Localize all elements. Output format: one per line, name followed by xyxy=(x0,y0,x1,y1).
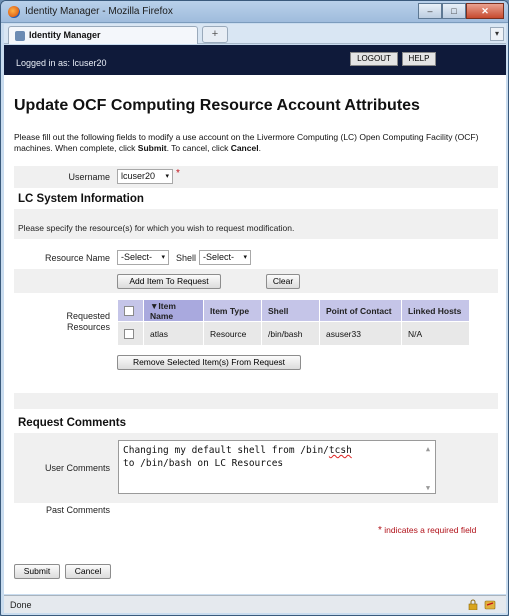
chevron-down-icon: ▾ xyxy=(243,254,247,261)
tab-identity-manager[interactable]: Identity Manager xyxy=(8,26,198,44)
window-controls: – □ ✕ xyxy=(418,3,504,19)
requested-resources-table: ▼Item Name Item Type Shell Point of Cont… xyxy=(117,299,470,346)
user-comments-textarea[interactable]: Changing my default shell from /bin/tcsh… xyxy=(118,440,436,494)
shell-select[interactable]: -Select- ▾ xyxy=(199,250,251,265)
add-item-row xyxy=(14,269,498,293)
select-all-header xyxy=(117,299,144,322)
lc-system-heading: LC System Information xyxy=(18,193,144,205)
table-cell: atlas xyxy=(143,321,204,346)
new-tab-button[interactable]: + xyxy=(202,26,228,43)
table-row: atlas Resource /bin/bash asuser33 N/A xyxy=(117,321,470,346)
requested-label-line: Requested xyxy=(66,311,110,321)
requested-label-line: Resources xyxy=(66,322,110,332)
close-window-button[interactable]: ✕ xyxy=(466,3,504,19)
site-favicon-icon xyxy=(15,31,25,41)
row-checkbox[interactable] xyxy=(124,328,134,339)
logout-button[interactable]: LOGOUT xyxy=(350,52,398,66)
column-header[interactable]: Shell xyxy=(261,299,320,322)
intro-text-part: . xyxy=(258,143,261,153)
table-cell: /bin/bash xyxy=(261,321,320,346)
comment-text: to /bin/bash on LC Resources xyxy=(123,458,284,469)
chevron-down-icon: ▾ xyxy=(161,254,165,261)
username-value: lcuser20 xyxy=(121,171,156,181)
addon-icon[interactable] xyxy=(484,599,496,610)
page-title: Update OCF Computing Resource Account At… xyxy=(14,97,420,114)
page-viewport: Logged in as: lcuser20 LOGOUT HELP Updat… xyxy=(4,45,506,594)
browser-window: Identity Manager - Mozilla Firefox – □ ✕… xyxy=(0,0,509,616)
username-select[interactable]: lcuser20 ▾ xyxy=(117,169,173,184)
column-header[interactable]: ▼Item Name xyxy=(143,299,204,322)
required-note-text: indicates a required field xyxy=(381,525,477,535)
required-marker: * xyxy=(176,168,180,179)
table-cell: Resource xyxy=(203,321,262,346)
submit-button[interactable]: Submit xyxy=(14,564,60,579)
column-header[interactable]: Point of Contact xyxy=(319,299,402,322)
remove-selected-button[interactable]: Remove Selected Item(s) From Request xyxy=(117,355,301,370)
window-title: Identity Manager - Mozilla Firefox xyxy=(25,6,173,17)
add-item-button[interactable]: Add Item To Request xyxy=(117,274,221,289)
table-header-row: ▼Item Name Item Type Shell Point of Cont… xyxy=(117,299,470,322)
maximize-button[interactable]: □ xyxy=(442,3,466,19)
column-header[interactable]: Linked Hosts xyxy=(401,299,470,322)
chevron-down-icon: ▾ xyxy=(165,173,169,180)
intro-submit-word: Submit xyxy=(137,143,167,153)
minimize-button[interactable]: – xyxy=(418,3,442,19)
comment-text: Changing my default shell from /bin/ xyxy=(123,445,329,456)
shell-value: -Select- xyxy=(203,252,235,262)
table-cell: N/A xyxy=(401,321,470,346)
row-select-cell xyxy=(117,321,144,346)
resource-name-value: -Select- xyxy=(121,252,153,262)
misspelled-word: tcsh xyxy=(328,445,352,456)
table-cell: asuser33 xyxy=(319,321,402,346)
lc-system-note: Please specify the resource(s) for which… xyxy=(18,223,295,233)
username-label: Username xyxy=(68,172,110,182)
tab-bar: Identity Manager + ▾ xyxy=(4,24,506,44)
resource-name-label: Resource Name xyxy=(44,253,110,263)
intro-text: Please fill out the following fields to … xyxy=(14,132,484,154)
shell-label: Shell xyxy=(175,253,196,263)
required-field-note: * indicates a required field xyxy=(378,525,476,536)
cancel-button[interactable]: Cancel xyxy=(65,564,111,579)
textarea-scrollbar[interactable]: ▲ ▼ xyxy=(423,443,433,492)
help-button[interactable]: HELP xyxy=(402,52,436,66)
tab-label: Identity Manager xyxy=(29,30,101,40)
logged-in-user: Logged in as: lcuser20 xyxy=(16,58,107,68)
tab-list-button[interactable]: ▾ xyxy=(490,27,504,41)
clear-button[interactable]: Clear xyxy=(266,274,300,289)
firefox-icon xyxy=(8,6,20,18)
status-bar: Done xyxy=(4,595,506,613)
intro-text-part: . To cancel, click xyxy=(166,143,231,153)
intro-cancel-word: Cancel xyxy=(230,143,259,153)
resource-name-select[interactable]: -Select- ▾ xyxy=(117,250,169,265)
column-header[interactable]: Item Type xyxy=(203,299,262,322)
request-comments-heading: Request Comments xyxy=(18,417,126,429)
lock-icon[interactable] xyxy=(468,599,478,610)
past-comments-label: Past Comments xyxy=(45,505,110,515)
select-all-checkbox[interactable] xyxy=(124,305,134,316)
requested-resources-label: Requested Resources xyxy=(34,311,110,333)
title-bar: Identity Manager - Mozilla Firefox – □ ✕ xyxy=(1,1,508,23)
app-header: Logged in as: lcuser20 LOGOUT HELP xyxy=(4,45,506,75)
spacer-row xyxy=(14,393,498,409)
status-text: Done xyxy=(10,600,32,610)
user-comments-label: User Comments xyxy=(44,463,110,473)
